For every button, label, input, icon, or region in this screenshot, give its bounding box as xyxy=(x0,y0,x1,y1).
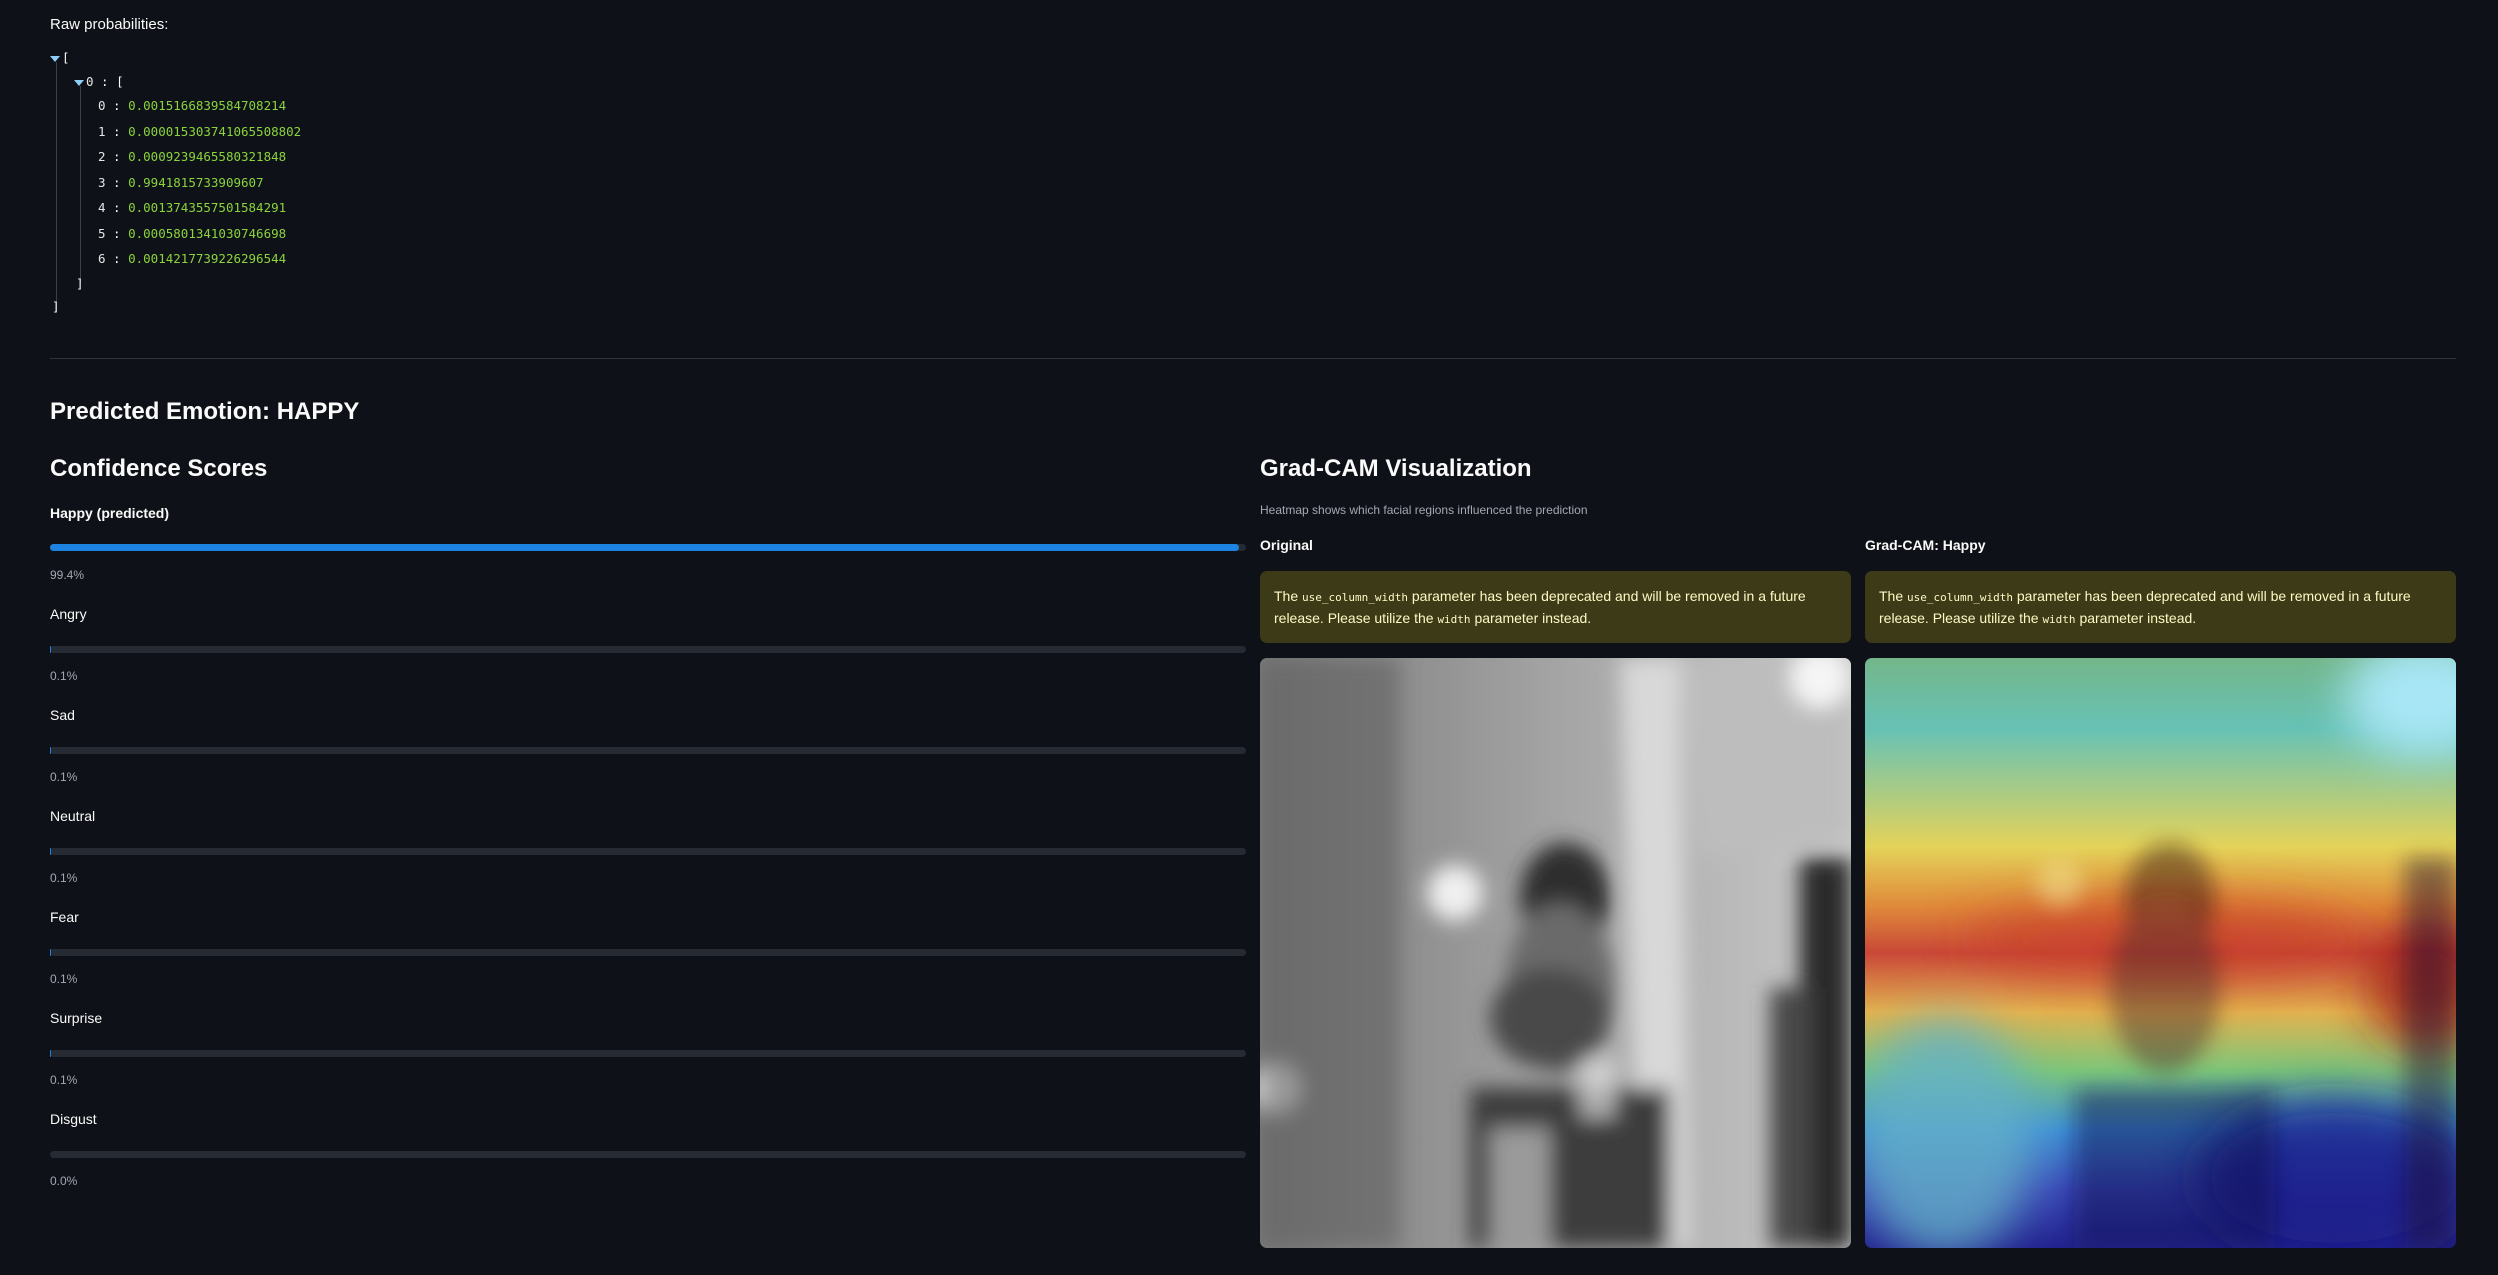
caret-down-icon xyxy=(50,55,60,62)
json-row: 5 : 0.0005801341030746698 xyxy=(98,225,287,241)
confidence-percent: 0.0% xyxy=(50,1174,78,1188)
json-row-value: 0.0014217739226296544 xyxy=(128,251,287,266)
caret-down-icon xyxy=(74,79,84,86)
progress-track xyxy=(50,646,1246,653)
deprecation-warning-heatmap: The use_column_width parameter has been … xyxy=(1865,571,2456,643)
progress-track xyxy=(50,1151,1246,1158)
progress-track xyxy=(50,1050,1246,1057)
confidence-bar: Happy (predicted) 99.4% xyxy=(50,505,1246,595)
divider xyxy=(50,358,2456,359)
json-row-value: 0.0009239465580321848 xyxy=(128,149,287,164)
progress-fill xyxy=(50,544,1239,551)
confidence-bar-label: Disgust xyxy=(50,1111,97,1127)
json-inner-toggle[interactable]: 0 : [ xyxy=(74,74,124,89)
original-label: Original xyxy=(1260,537,1313,553)
heatmap-label: Grad-CAM: Happy xyxy=(1865,537,1986,553)
confidence-percent: 0.1% xyxy=(50,770,78,784)
confidence-bar-label: Surprise xyxy=(50,1010,103,1026)
progress-track xyxy=(50,747,1246,754)
raw-probabilities-label: Raw probabilities: xyxy=(50,16,169,33)
progress-track xyxy=(50,949,1246,956)
confidence-scores-heading: Confidence Scores xyxy=(50,455,268,482)
confidence-percent: 0.1% xyxy=(50,972,78,986)
confidence-bar: Surprise 0.1% xyxy=(50,1010,1246,1100)
json-guide-inner xyxy=(80,86,81,282)
json-row-index: 4 xyxy=(98,200,106,215)
json-row-index: 1 xyxy=(98,123,106,139)
confidence-percent: 0.1% xyxy=(50,669,78,683)
progress-fill xyxy=(50,848,52,855)
gradcam-heading: Grad-CAM Visualization xyxy=(1260,455,1532,482)
confidence-bar: Fear 0.1% xyxy=(50,909,1246,999)
gradcam-heatmap-image xyxy=(1865,658,2456,1248)
confidence-bar: Sad 0.1% xyxy=(50,707,1246,797)
gradcam-caption: Heatmap shows which facial regions influ… xyxy=(1260,503,1588,517)
confidence-percent: 0.1% xyxy=(50,1073,78,1087)
progress-track xyxy=(50,848,1246,855)
json-guide-outer xyxy=(56,62,57,312)
progress-fill xyxy=(50,747,52,754)
json-row-value: 0.000015303741065508802 xyxy=(128,123,302,139)
json-row: 1 : 0.000015303741065508802 xyxy=(98,123,302,139)
progress-fill xyxy=(50,646,52,653)
confidence-bar-label: Fear xyxy=(50,909,79,925)
confidence-percent: 99.4% xyxy=(50,568,85,582)
json-inner-close: ] xyxy=(76,276,84,291)
predicted-emotion-heading: Predicted Emotion: HAPPY xyxy=(50,398,360,425)
json-row: 4 : 0.0013743557501584291 xyxy=(98,200,287,215)
progress-fill xyxy=(50,949,52,956)
json-row: 3 : 0.9941815733909607 xyxy=(98,174,264,190)
confidence-bar: Disgust 0.0% xyxy=(50,1111,1246,1201)
confidence-bar-label: Sad xyxy=(50,707,75,723)
deprecation-warning-original: The use_column_width parameter has been … xyxy=(1260,571,1851,643)
json-row-index: 0 xyxy=(98,98,106,113)
confidence-bar-label: Happy (predicted) xyxy=(50,505,170,521)
confidence-bar: Angry 0.1% xyxy=(50,606,1246,696)
json-row-value: 0.9941815733909607 xyxy=(128,174,264,190)
json-row-index: 6 xyxy=(98,251,106,266)
json-row-index: 2 xyxy=(98,149,106,164)
progress-track xyxy=(50,544,1246,551)
json-row: 0 : 0.0015166839584708214 xyxy=(98,98,287,113)
original-image xyxy=(1260,658,1851,1248)
json-row-value: 0.0015166839584708214 xyxy=(128,98,287,113)
json-row-value: 0.0013743557501584291 xyxy=(128,200,287,215)
json-outer-close: ] xyxy=(52,299,60,314)
confidence-bar: Neutral 0.1% xyxy=(50,808,1246,898)
json-row-index: 5 xyxy=(98,225,106,241)
confidence-bar-label: Angry xyxy=(50,606,87,622)
progress-fill xyxy=(50,1050,52,1057)
json-row: 6 : 0.0014217739226296544 xyxy=(98,251,287,266)
confidence-bar-label: Neutral xyxy=(50,808,96,824)
json-outer-toggle[interactable]: [ xyxy=(50,50,70,65)
confidence-percent: 0.1% xyxy=(50,871,78,885)
json-row: 2 : 0.0009239465580321848 xyxy=(98,149,287,164)
json-row-index: 3 xyxy=(98,174,106,190)
json-row-value: 0.0005801341030746698 xyxy=(128,225,287,241)
